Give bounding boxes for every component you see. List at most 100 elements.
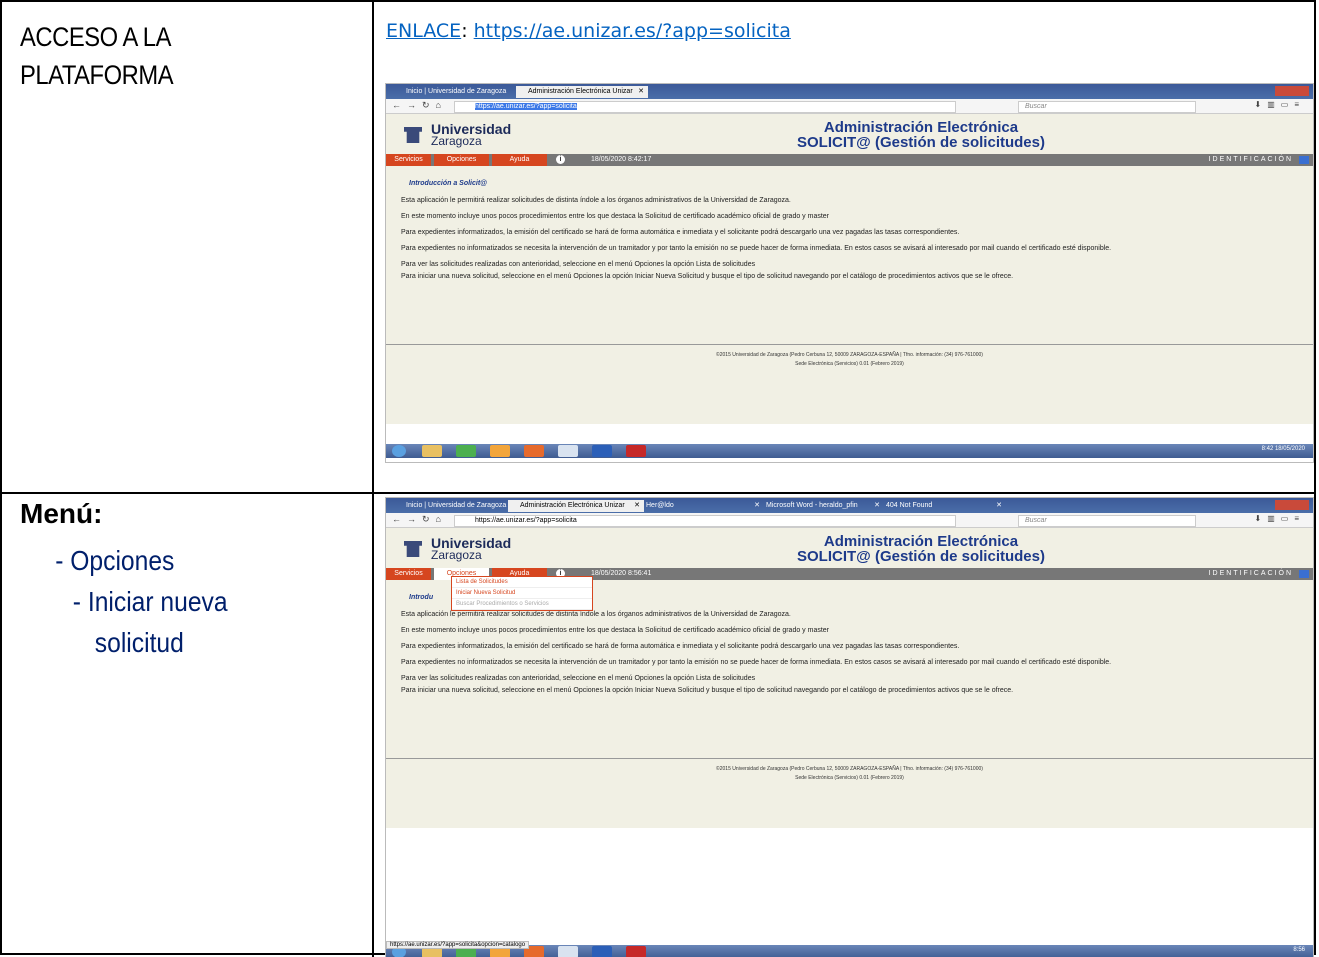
- site-page: Universidad Zaragoza Administración Elect…: [386, 528, 1313, 828]
- app-icon[interactable]: [558, 445, 578, 457]
- site-page: Universidad Zaragoza Administración Elect…: [386, 114, 1313, 424]
- datetime: 18/05/2020 8:56:41: [591, 570, 652, 577]
- tab-label: Administración Electrónica Unizar: [528, 88, 633, 95]
- close-icon[interactable]: ✕: [638, 86, 644, 98]
- tab-label: Inicio | Universidad de Zaragoza: [406, 502, 507, 509]
- site-title-1: Administración Electrónica: [823, 119, 1019, 136]
- paragraph: En este momento incluye unos pocos proce…: [401, 627, 830, 634]
- paragraph: Para iniciar una nueva solicitud, selecc…: [401, 687, 1014, 694]
- browser-tab[interactable]: Inicio | Universidad de Zaragoza✕: [394, 500, 518, 512]
- footer-line-2: Sede Electrónica (Servicios) 0.01 (Febre…: [795, 775, 904, 781]
- nav-buttons[interactable]: ←→↻⌂: [392, 100, 447, 111]
- dropdown-item-iniciar[interactable]: Iniciar Nueva Solicitud: [452, 588, 592, 599]
- search-input[interactable]: Buscar: [1018, 515, 1196, 527]
- chrome-icon[interactable]: [456, 445, 476, 457]
- browser-tab[interactable]: Microsoft Word - heraldo_pfin ✕: [754, 500, 884, 512]
- site-content: Introducción a Solicit@ Esta aplicación …: [386, 166, 1313, 283]
- start-icon[interactable]: [392, 445, 406, 457]
- link-separator: :: [461, 20, 474, 42]
- site-title-2: SOLICIT@ (Gestión de solicitudes): [797, 548, 1045, 565]
- link-label[interactable]: ENLACE: [386, 20, 461, 42]
- nav-buttons[interactable]: ←→↻⌂: [392, 514, 447, 525]
- identificacion-link[interactable]: IDENTIFICACIÓN: [1209, 568, 1293, 580]
- menu-list: - Opciones - Iniciar nueva solicitud: [20, 540, 227, 663]
- dropdown-item-lista[interactable]: Lista de Solicitudes: [452, 577, 592, 588]
- footer-line-1: ©2015 Universidad de Zaragoza (Pedro Cer…: [716, 352, 983, 358]
- document-table: ACCESO A LA PLATAFORMA ENLACE: https://a…: [0, 0, 1316, 957]
- address-bar: ←→↻⌂ https://ae.unizar.es/?app=solicita …: [386, 513, 1313, 528]
- login-icon[interactable]: [1299, 156, 1309, 164]
- platform-link[interactable]: https://ae.unizar.es/?app=solicita: [474, 20, 791, 42]
- nav-opciones[interactable]: Opciones: [434, 154, 489, 166]
- datetime: 18/05/2020 8:42:17: [591, 156, 652, 163]
- toolbar-icons[interactable]: ⬇▥▭≡: [1255, 514, 1306, 523]
- paragraph: Esta aplicación le permitirá realizar so…: [401, 197, 791, 204]
- pdf-icon[interactable]: [626, 946, 646, 957]
- paragraph: Para expedientes informatizados, la emis…: [401, 229, 960, 236]
- tab-label: Microsoft Word - heraldo_pfin: [766, 502, 858, 509]
- word-icon[interactable]: [592, 946, 612, 957]
- browser-tabbar: Inicio | Universidad de Zaragoza✕ Admini…: [386, 498, 1313, 513]
- clock-time: 8:56: [1293, 947, 1305, 953]
- opciones-dropdown: Lista de Solicitudes Iniciar Nueva Solic…: [451, 576, 593, 611]
- address-bar: ←→↻⌂ https://ae.unizar.es/?app=solicita …: [386, 99, 1313, 114]
- university-crest-icon: [404, 127, 422, 143]
- window-close-icon[interactable]: [1275, 500, 1309, 510]
- menu-title: Menú:: [20, 498, 103, 529]
- dropdown-item-buscar[interactable]: Buscar Procedimientos o Servicios: [452, 599, 592, 610]
- paragraph: Para iniciar una nueva solicitud, selecc…: [401, 273, 1014, 280]
- toolbar-icons[interactable]: ⬇▥▭≡: [1255, 100, 1306, 109]
- menu-item-opciones: - Opciones: [55, 545, 175, 576]
- access-heading-cell: ACCESO A LA PLATAFORMA: [20, 18, 194, 94]
- site-header: Universidad Zaragoza Administración Elect…: [386, 528, 1313, 568]
- tab-label: Her@ldo: [646, 502, 674, 509]
- system-tray: 8:56: [1293, 947, 1305, 953]
- tab-label: 404 Not Found: [886, 502, 933, 509]
- app-icon[interactable]: [558, 946, 578, 957]
- url-field[interactable]: https://ae.unizar.es/?app=solicita: [454, 101, 956, 113]
- paragraph: Para expedientes no informatizados se ne…: [401, 245, 1112, 252]
- paragraph: Para ver las solicitudes realizadas con …: [401, 675, 756, 682]
- access-heading-line2: PLATAFORMA: [20, 60, 174, 90]
- close-icon[interactable]: ✕: [996, 500, 1002, 512]
- nav-servicios[interactable]: Servicios: [386, 154, 431, 166]
- browser-tab-active[interactable]: Administración Electrónica Unizar ✕: [508, 500, 644, 512]
- identificacion-link[interactable]: IDENTIFICACIÓN: [1209, 154, 1293, 166]
- site-title: Administración Electrónica SOLICIT@ (Gest…: [756, 120, 1086, 150]
- site-footer: ©2015 Universidad de Zaragoza (Pedro Cer…: [386, 758, 1313, 783]
- folder-icon[interactable]: [422, 445, 442, 457]
- search-input[interactable]: Buscar: [1018, 101, 1196, 113]
- university-logo[interactable]: Universidad Zaragoza: [404, 536, 511, 561]
- paragraph: Para expedientes informatizados, la emis…: [401, 643, 960, 650]
- outlook-icon[interactable]: [490, 445, 510, 457]
- browser-tab-active[interactable]: Administración Electrónica Unizar ✕: [516, 86, 648, 98]
- info-icon[interactable]: i: [556, 155, 565, 164]
- clock-date: 18/05/2020: [1274, 446, 1305, 452]
- site-title-1: Administración Electrónica: [823, 533, 1019, 550]
- university-crest-icon: [404, 541, 422, 557]
- url-text: https://ae.unizar.es/?app=solicita: [475, 517, 577, 524]
- site-footer: ©2015 Universidad de Zaragoza (Pedro Cer…: [386, 344, 1313, 369]
- nav-ayuda[interactable]: Ayuda: [492, 154, 547, 166]
- firefox-icon[interactable]: [524, 445, 544, 457]
- browser-tab[interactable]: Her@ldo ✕: [634, 500, 764, 512]
- browser-tabbar: Inicio | Universidad de Zaragoza✕ Admini…: [386, 84, 1313, 99]
- window-close-icon[interactable]: [1275, 86, 1309, 96]
- pdf-icon[interactable]: [626, 445, 646, 457]
- browser-tab[interactable]: 404 Not Found ✕: [874, 500, 1006, 512]
- word-icon[interactable]: [592, 445, 612, 457]
- column-divider: [372, 2, 374, 492]
- university-logo[interactable]: Universidad Zaragoza: [404, 122, 511, 147]
- browser-tab[interactable]: Inicio | Universidad de Zaragoza✕: [394, 86, 526, 98]
- url-field[interactable]: https://ae.unizar.es/?app=solicita: [454, 515, 956, 527]
- link-line: ENLACE: https://ae.unizar.es/?app=solici…: [386, 20, 791, 42]
- footer-line-2: Sede Electrónica (Servicios) 0.01 (Febre…: [795, 361, 904, 367]
- menu-item-solicitud: solicitud: [94, 627, 184, 658]
- nav-servicios[interactable]: Servicios: [386, 568, 431, 580]
- tab-label: Inicio | Universidad de Zaragoza: [406, 88, 507, 95]
- login-icon[interactable]: [1299, 570, 1309, 578]
- site-title-2: SOLICIT@ (Gestión de solicitudes): [797, 134, 1045, 151]
- paragraph: Para ver las solicitudes realizadas con …: [401, 261, 756, 268]
- browser-screenshot-2: Inicio | Universidad de Zaragoza✕ Admini…: [386, 498, 1313, 957]
- access-heading-line1: ACCESO A LA: [20, 22, 172, 52]
